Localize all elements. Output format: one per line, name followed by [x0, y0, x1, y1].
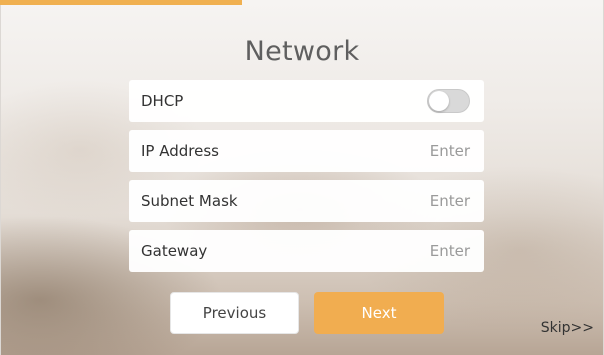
ip-address-placeholder: Enter [429, 142, 470, 160]
gateway-label: Gateway [141, 242, 208, 260]
dhcp-label: DHCP [141, 92, 184, 110]
setup-progress-bar [0, 0, 604, 5]
ip-address-label: IP Address [141, 142, 219, 160]
previous-button[interactable]: Previous [170, 292, 299, 334]
setup-progress-fill [0, 0, 242, 5]
gateway-field[interactable]: Gateway Enter [129, 230, 484, 272]
gateway-placeholder: Enter [429, 242, 470, 260]
subnet-mask-placeholder: Enter [429, 192, 470, 210]
subnet-mask-field[interactable]: Subnet Mask Enter [129, 180, 484, 222]
page-title: Network [244, 36, 360, 67]
next-button[interactable]: Next [314, 292, 444, 334]
dhcp-row[interactable]: DHCP [129, 80, 484, 122]
subnet-mask-label: Subnet Mask [141, 192, 238, 210]
dhcp-toggle[interactable] [427, 89, 470, 113]
toggle-knob [429, 91, 449, 111]
ip-address-field[interactable]: IP Address Enter [129, 130, 484, 172]
skip-link[interactable]: Skip>> [541, 320, 594, 336]
